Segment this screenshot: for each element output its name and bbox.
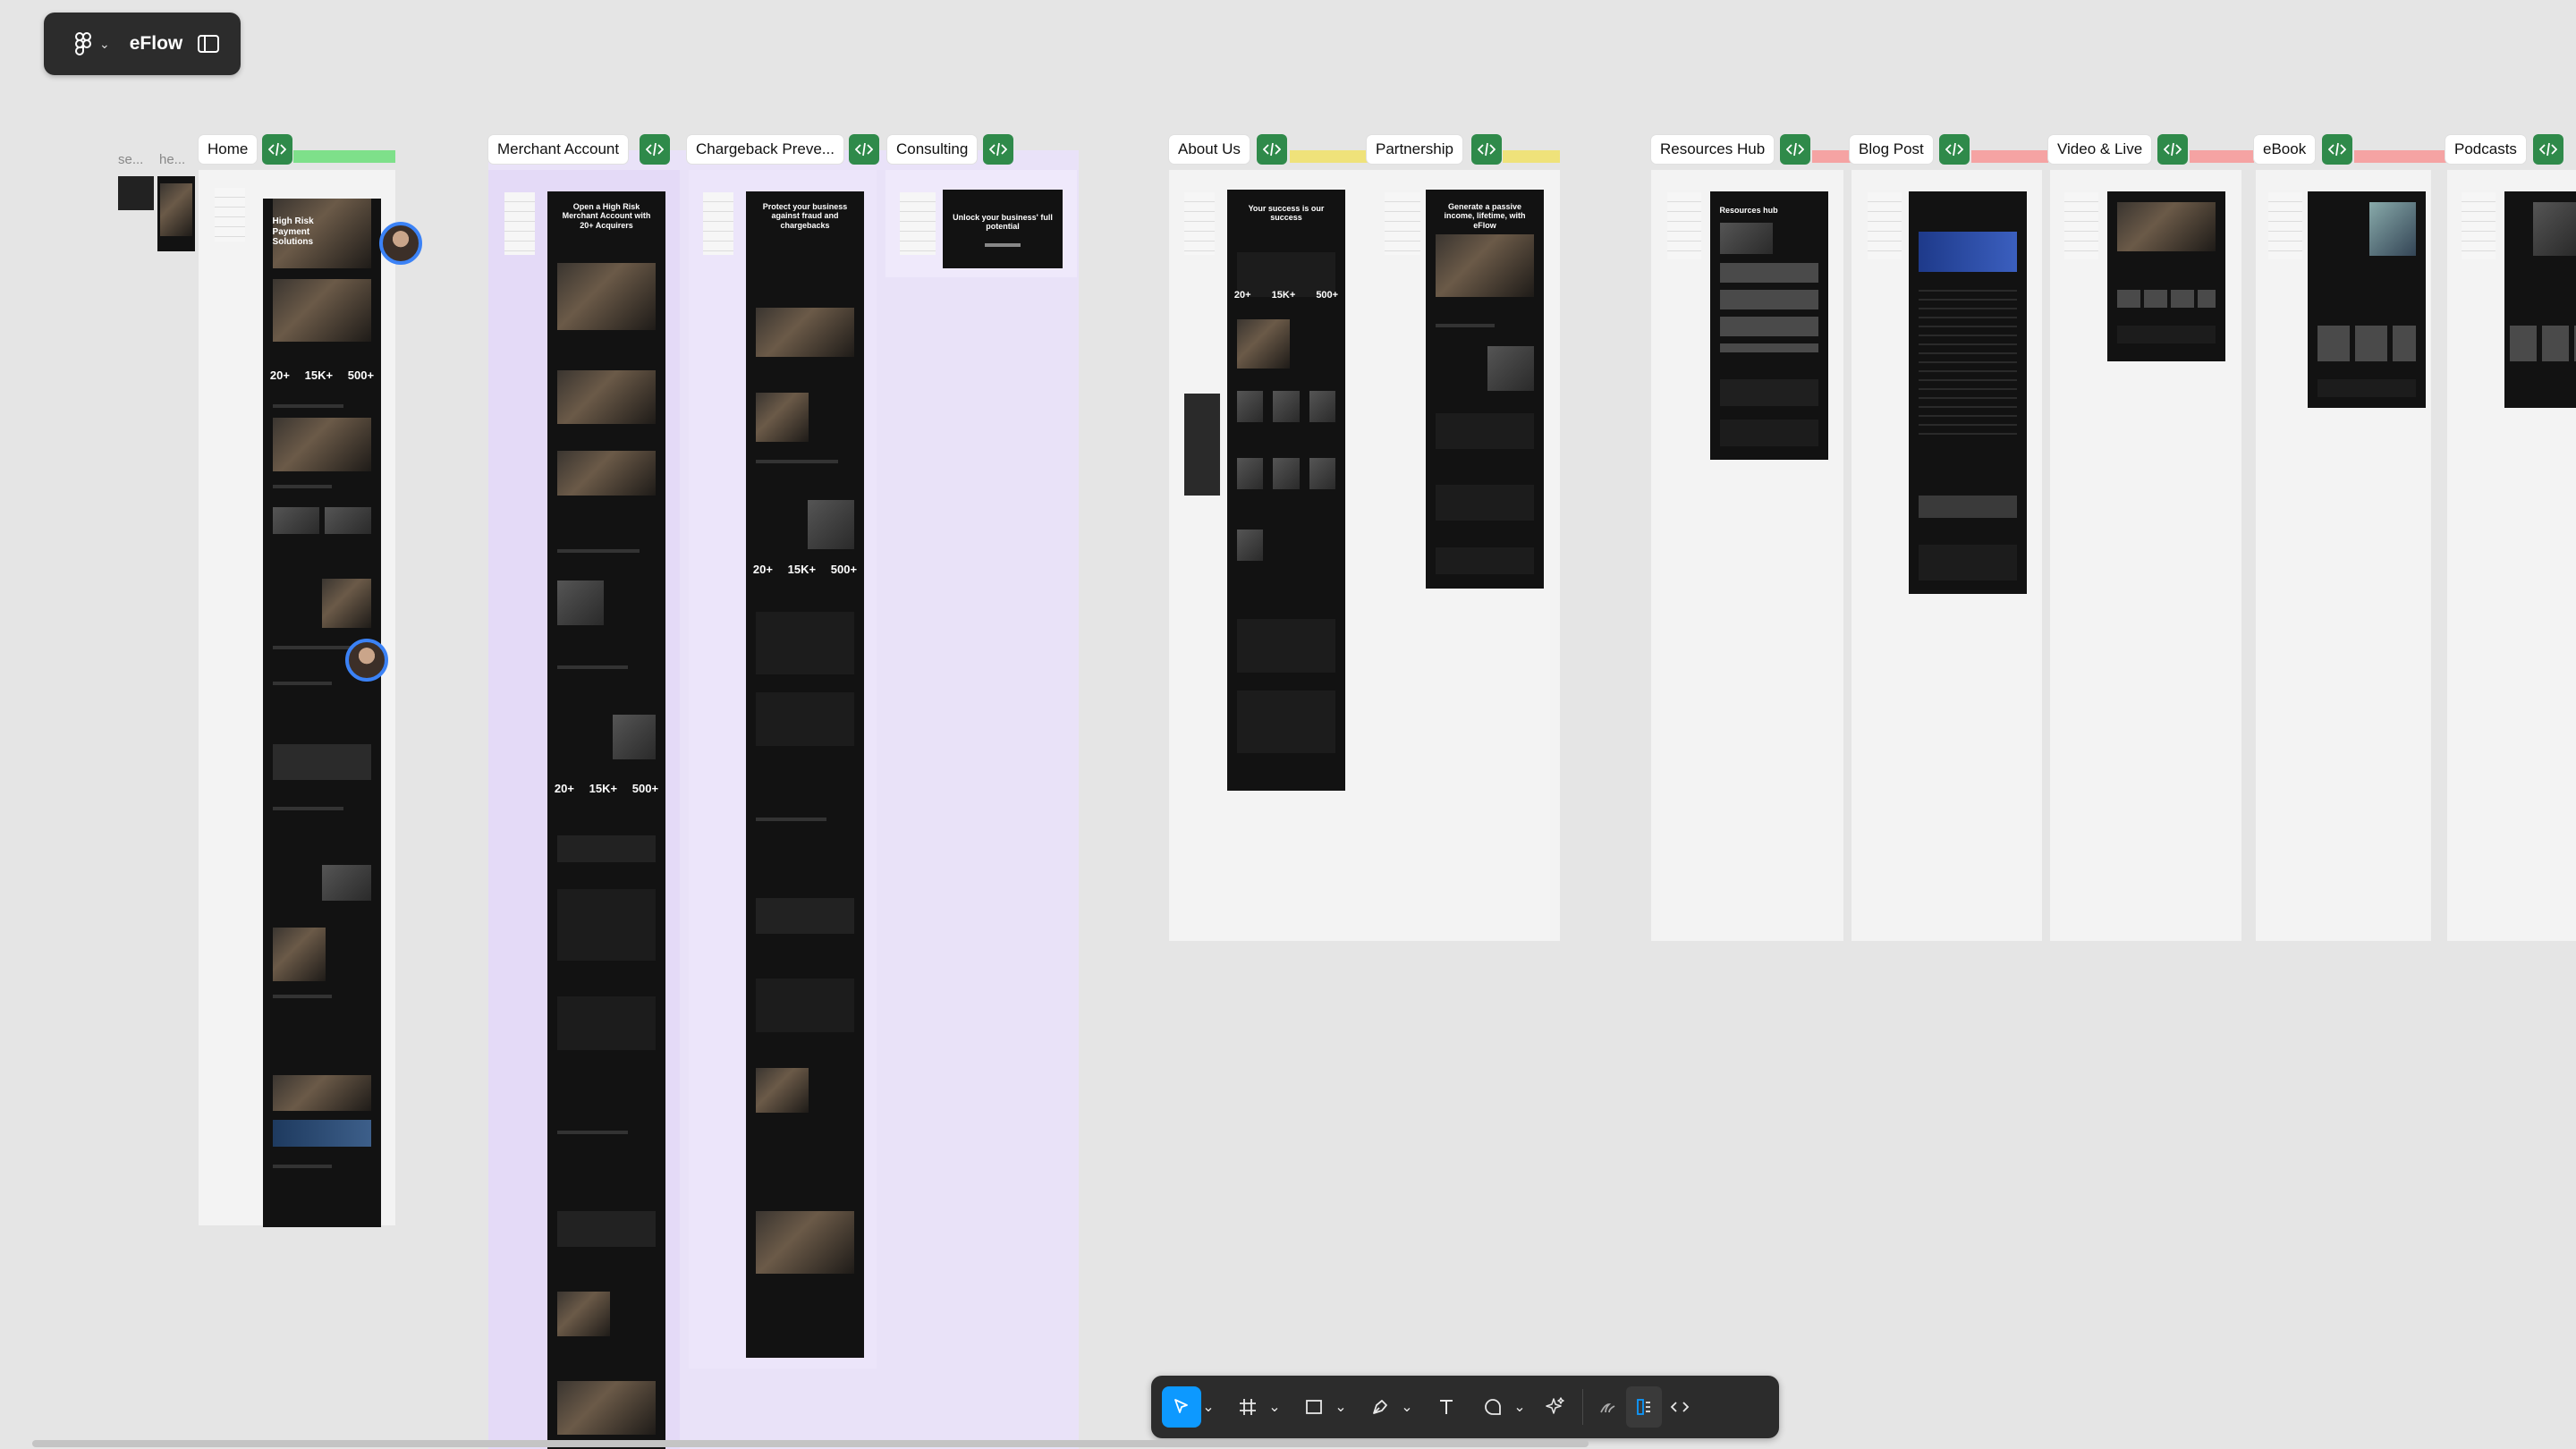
code-icon[interactable] [1257,134,1287,165]
wireframe-sketch[interactable] [2462,192,2496,259]
section-label-podcasts[interactable]: Podcasts [2445,135,2526,164]
code-icon[interactable] [849,134,879,165]
wireframe-sketch[interactable] [900,192,936,255]
status-bar [1971,150,2048,163]
wireframe-sketch[interactable] [1184,192,1215,255]
section-label-consulting[interactable]: Consulting [887,135,978,164]
rectangle-icon[interactable] [1294,1386,1334,1428]
page-frame-resources-hub[interactable]: Resources hub [1710,191,1828,460]
code-icon[interactable] [2322,134,2352,165]
wireframe-sketch[interactable] [1667,192,1701,259]
stats-row: 20+ 15K+ 500+ [269,369,375,382]
page-frame-chargeback[interactable]: Protect your business against fraud and … [746,191,864,1358]
frame-heading: Generate a passive income, lifetime, wit… [1444,202,1526,230]
wireframe-sketch[interactable] [504,192,535,255]
frame-heading: Resources hub [1719,206,1778,215]
chevron-down-icon[interactable]: ⌄ [1267,1386,1282,1428]
section-label-ebook[interactable]: eBook [2254,135,2316,164]
horizontal-scrollbar[interactable] [32,1440,1589,1447]
frame-heading: High Risk Payment Solutions [272,216,314,247]
section-label-partnership[interactable]: Partnership [1367,135,1462,164]
draw-mode-icon[interactable] [1590,1386,1626,1428]
status-bar [2354,150,2447,163]
frame-heading: Protect your business against fraud and … [762,202,848,230]
section-label-chargeback[interactable]: Chargeback Preve... [687,135,843,164]
code-icon[interactable] [1939,134,1970,165]
comment-icon[interactable] [1473,1386,1513,1428]
collaborator-avatar[interactable] [379,222,422,265]
code-icon[interactable] [262,134,292,165]
page-frame-merchant-account[interactable]: Open a High Risk Merchant Account with 2… [547,191,665,1449]
section-label-video-live[interactable]: Video & Live [2048,135,2152,164]
code-icon[interactable] [1780,134,1810,165]
frame-heading: Unlock your business' full potential [953,213,1053,232]
status-bar [1503,150,1560,163]
page-frame-video-live[interactable] [2107,191,2225,361]
section-label-merchant-account[interactable]: Merchant Account [488,135,629,164]
code-icon[interactable] [2157,134,2188,165]
section-label-home[interactable]: Home [199,135,258,164]
stats-row: 20+ 15K+ 500+ [1233,290,1339,301]
text-tool-icon[interactable] [1427,1386,1466,1428]
section-label-about-us[interactable]: About Us [1169,135,1250,164]
status-bar [1290,150,1368,163]
status-bar [1812,150,1852,163]
figma-logo-icon[interactable] [65,26,101,62]
status-bar [2190,150,2254,163]
chevron-down-icon[interactable]: ⌄ [99,37,110,52]
code-icon[interactable] [983,134,1013,165]
stats-row: 20+ 15K+ 500+ [752,563,858,576]
toggle-sidebar-icon[interactable] [196,31,221,56]
chevron-down-icon[interactable]: ⌄ [1513,1386,1527,1428]
pen-tool-icon[interactable] [1360,1386,1400,1428]
dev-mode-icon[interactable] [1662,1386,1698,1428]
actions-sparkle-icon[interactable] [1536,1386,1575,1428]
chevron-down-icon[interactable]: ⌄ [1334,1386,1348,1428]
wireframe-sketch[interactable] [1385,192,1420,255]
design-mode-icon[interactable] [1626,1386,1662,1428]
frame-thumbnail[interactable] [157,176,195,251]
frame-label[interactable]: he... [159,152,185,167]
frame-label[interactable]: se... [118,152,143,167]
chevron-down-icon[interactable]: ⌄ [1201,1386,1216,1428]
code-icon[interactable] [2533,134,2563,165]
frame-thumbnail[interactable] [118,176,154,210]
frame-tool[interactable] [1228,1386,1267,1428]
page-frame-about-us[interactable]: Your success is our success 20+ 15K+ 500+ [1227,190,1345,791]
chevron-down-icon[interactable]: ⌄ [1400,1386,1414,1428]
page-frame-podcasts[interactable] [2504,191,2576,408]
wireframe-sketch[interactable] [2064,192,2098,259]
page-frame-home[interactable]: High Risk Payment Solutions 20+ 15K+ 500+ [263,199,381,1227]
page-frame-consulting[interactable]: Unlock your business' full potential [943,190,1063,268]
frame-thumbnail[interactable] [1184,394,1220,496]
section-label-resources-hub[interactable]: Resources Hub [1651,135,1775,164]
wireframe-sketch[interactable] [1868,192,1902,259]
file-name[interactable]: eFlow [130,33,183,55]
wireframe-sketch[interactable] [2268,192,2302,259]
page-frame-partnership[interactable]: Generate a passive income, lifetime, wit… [1426,190,1544,589]
move-tool[interactable] [1162,1386,1201,1428]
code-icon[interactable] [1471,134,1502,165]
wireframe-sketch[interactable] [703,192,733,255]
frame-heading: Your success is our success [1248,204,1325,223]
stats-row: 20+ 15K+ 500+ [554,782,659,795]
page-frame-ebook[interactable] [2308,191,2426,408]
file-menu-bar: ⌄ eFlow [44,13,241,75]
page-frame-blog-post[interactable] [1909,191,2027,594]
status-bar [293,150,395,163]
bottom-toolbar: ⌄ ⌄ ⌄ ⌄ ⌄ [1151,1376,1779,1438]
code-icon[interactable] [640,134,670,165]
wireframe-sketch[interactable] [215,188,245,242]
collaborator-avatar[interactable] [345,639,388,682]
section-label-blog-post[interactable]: Blog Post [1850,135,1933,164]
frame-heading: Open a High Risk Merchant Account with 2… [562,202,651,230]
